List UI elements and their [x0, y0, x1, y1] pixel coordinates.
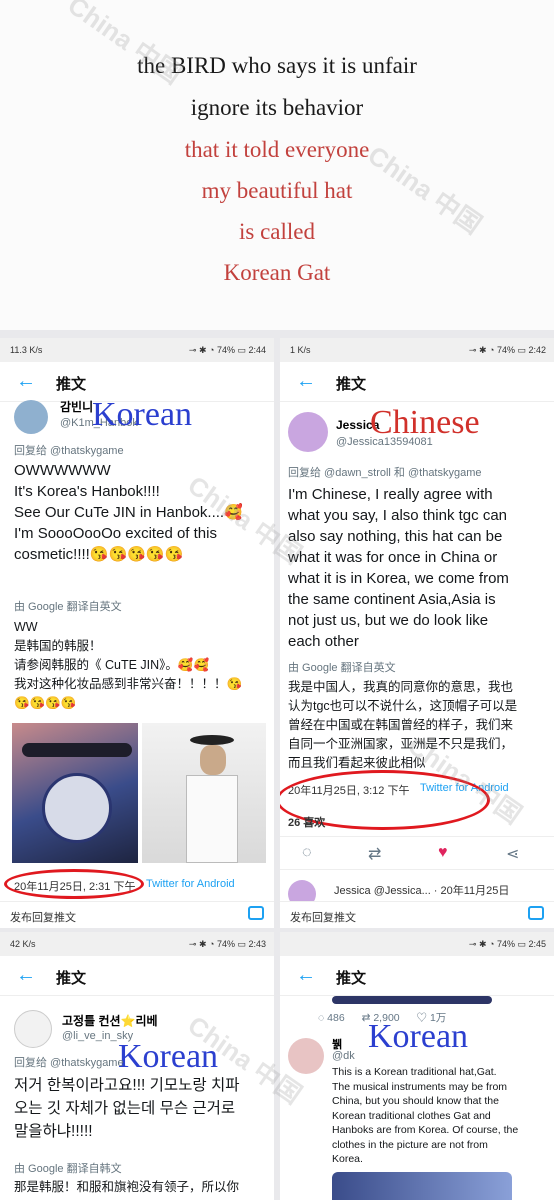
top-bar: ← 推文: [0, 956, 274, 996]
translated-text: 我是中国人，我真的同意你的意思，我也 认为tgc也可以不说什么，这顶帽子可以是 …: [288, 680, 518, 770]
action-bar: ◌ ⇄ ♥ ⋖: [280, 836, 554, 870]
user-name[interactable]: 감빈니: [60, 398, 93, 415]
tweet-screenshot-korean-3: ⊸ ✱ ◔ 74% ▭ 2:45 ← 推文 ◌ 486 ⇄ 2,900 ♡ 1万…: [280, 932, 554, 1200]
tweet-screenshot-korean-2: 42 K/s ⊸ ✱ ◔ 74% ▭ 2:43 ← 推文 고정틀 컨션⭐리베 @…: [0, 932, 274, 1200]
reply-compose-bar[interactable]: 发布回复推文: [280, 901, 554, 927]
banner-line-3: that it told everyone: [184, 137, 370, 162]
status-bar: 42 K/s ⊸ ✱ ◔ 74% ▭ 2:43: [0, 932, 274, 956]
retweet-icon[interactable]: ⇄: [368, 844, 381, 864]
back-arrow-icon[interactable]: ←: [16, 370, 36, 393]
banner-line-5: is called: [239, 219, 315, 244]
tweet-text: OWWWWWW It's Korea's Hanbok!!!! See Our …: [14, 462, 243, 563]
avatar[interactable]: [288, 1038, 324, 1074]
status-right: ⊸ ✱ ◔ 74% ▭ 2:43: [188, 939, 266, 949]
reply-to: 回复给 @thatskygame: [14, 445, 124, 457]
status-bar: 11.3 K/s ⊸ ✱ ◔ 74% ▭ 2:44: [0, 338, 274, 362]
top-bar: ← 推文: [280, 362, 554, 402]
hanbok-photo[interactable]: [142, 723, 266, 863]
camera-icon[interactable]: [248, 906, 264, 920]
reply-compose-bar[interactable]: 发布回复推文: [0, 901, 274, 927]
reply-to: 回复给 @dawn_stroll 和 @thatskygame: [288, 467, 482, 479]
translated-text: WW 是韩国的韩服！ 请参阅韩服的《 CuTE JIN》。🥰🥰 我对这种化妆品感…: [14, 620, 243, 710]
banner-line-2: ignore its behavior: [190, 95, 364, 120]
like-heart-icon[interactable]: ♥: [438, 844, 448, 862]
reply-icon[interactable]: ◌: [302, 844, 312, 862]
translated-text: 那是韩服！和服和旗袍没有领子，所以你: [14, 1180, 240, 1194]
back-arrow-icon[interactable]: ←: [296, 964, 316, 987]
banner-line-1: the BIRD who says it is unfair: [137, 53, 417, 78]
avatar[interactable]: [14, 400, 48, 434]
annotation-korean-label: Korean: [368, 1018, 469, 1055]
network-speed: 1 K/s: [290, 345, 311, 355]
network-speed: 42 K/s: [10, 939, 36, 949]
tweet-screenshot-chinese: 1 K/s ⊸ ✱ ◔ 74% ▭ 2:42 ← 推文 Jessica @Jes…: [280, 338, 554, 928]
client-link[interactable]: Twitter for Android: [146, 878, 235, 890]
user-name[interactable]: 고정틀 컨션⭐리베: [62, 1012, 158, 1029]
game-character-image[interactable]: [12, 723, 138, 863]
page-title: 推文: [56, 376, 87, 393]
annotation-korean-label: Korean: [118, 1038, 219, 1075]
reply-preview[interactable]: Jessica @Jessica... · 20年11月25日: [334, 882, 509, 898]
tweet-text: I'm Chinese, I really agree with what yo…: [288, 486, 509, 650]
banner-line-4: my beautiful hat: [201, 178, 353, 203]
tweet-screenshot-korean-1: 11.3 K/s ⊸ ✱ ◔ 74% ▭ 2:44 ← 推文 감빈니 @K1m_…: [0, 338, 274, 928]
annotation-chinese-label: Chinese: [370, 404, 480, 441]
translate-label[interactable]: 由 Google 翻译自韩文: [14, 1160, 122, 1176]
annotation-circle: [4, 869, 144, 899]
status-bar: ⊸ ✱ ◔ 74% ▭ 2:45: [280, 932, 554, 956]
user-handle[interactable]: @dk: [332, 1050, 355, 1062]
status-bar: 1 K/s ⊸ ✱ ◔ 74% ▭ 2:42: [280, 338, 554, 362]
status-right: ⊸ ✱ ◔ 74% ▭ 2:42: [468, 345, 546, 355]
network-speed: 11.3 K/s: [10, 345, 43, 355]
reply-to: 回复给 @thatskygame: [14, 1057, 124, 1069]
back-arrow-icon[interactable]: ←: [16, 964, 36, 987]
status-right: ⊸ ✱ ◔ 74% ▭ 2:45: [468, 939, 546, 949]
top-bar: ← 推文: [280, 956, 554, 996]
page-title: 推文: [336, 970, 367, 987]
annotation-korean-label: Korean: [92, 396, 193, 433]
translate-label[interactable]: 由 Google 翻译自英文: [14, 598, 122, 614]
page-title: 推文: [56, 970, 87, 987]
banner-line-6: Korean Gat: [223, 260, 331, 285]
reply-count[interactable]: ◌ 486: [318, 1012, 345, 1024]
back-arrow-icon[interactable]: ←: [296, 370, 316, 393]
page-title: 推文: [336, 376, 367, 393]
translate-label[interactable]: 由 Google 翻译自英文: [288, 659, 396, 675]
status-right: ⊸ ✱ ◔ 74% ▭ 2:44: [188, 345, 266, 355]
avatar[interactable]: [288, 412, 328, 452]
camera-icon[interactable]: [528, 906, 544, 920]
avatar[interactable]: [14, 1010, 52, 1048]
caption-banner: the BIRD who says it is unfair ignore it…: [0, 0, 554, 330]
tweet-text: This is a Korean traditional hat,Gat. Th…: [332, 1066, 519, 1165]
attached-image[interactable]: [332, 1172, 512, 1200]
likes-count[interactable]: 26 喜欢: [288, 814, 325, 830]
share-icon[interactable]: ⋖: [506, 844, 519, 864]
tweet-text: 저거 한복이라고요!!! 기모노랑 치파 오는 깃 자체가 없는데 무슨 근거로…: [14, 1077, 240, 1140]
image-fragment: [332, 996, 492, 1004]
